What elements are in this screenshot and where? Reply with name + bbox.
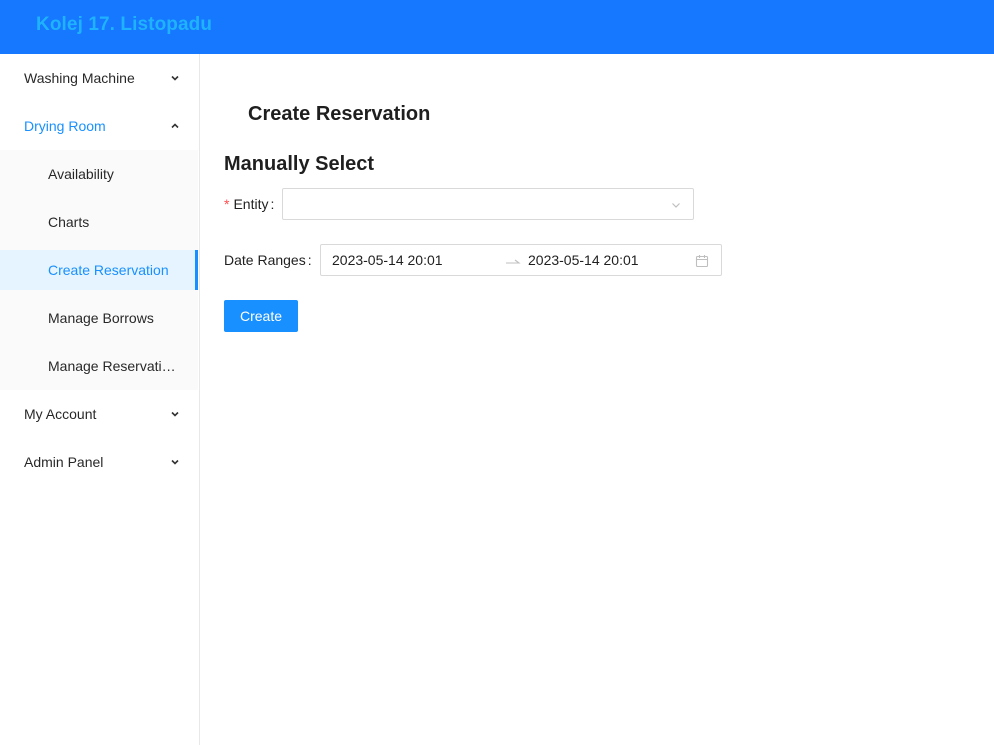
entity-label-text: Entity xyxy=(233,196,269,212)
date-ranges-label-text: Date Ranges xyxy=(224,252,306,268)
page-title: Create Reservation xyxy=(248,103,431,125)
required-asterisk: * xyxy=(224,196,230,212)
create-button[interactable]: Create xyxy=(224,300,298,332)
sidebar-item-availability[interactable]: Availability xyxy=(0,154,198,194)
drying-room-submenu: Availability Charts Create Reservation M… xyxy=(0,150,198,390)
sidebar-item-washing-machine[interactable]: Washing Machine xyxy=(0,58,198,98)
sidebar-item-label: Admin Panel xyxy=(24,454,104,470)
date-range-start[interactable]: 2023-05-14 20:01 xyxy=(332,252,443,268)
section-title: Manually Select xyxy=(224,153,375,175)
label-colon: : xyxy=(270,196,275,212)
sidebar-item-label: Charts xyxy=(48,214,90,230)
chevron-down-icon xyxy=(171,459,179,465)
sidebar-item-manage-borrows[interactable]: Manage Borrows xyxy=(0,298,198,338)
chevron-up-icon xyxy=(171,123,179,129)
chevron-down-icon xyxy=(171,411,179,417)
sidebar-item-label: Drying Room xyxy=(24,118,106,134)
sidebar-item-label: My Account xyxy=(24,406,97,422)
date-range-end[interactable]: 2023-05-14 20:01 xyxy=(528,252,639,268)
entity-select[interactable] xyxy=(282,188,694,220)
sidebar-item-label: Manage Reservations xyxy=(48,358,180,374)
app-header: Kolej 17. Listopadu xyxy=(0,0,994,54)
label-colon: : xyxy=(307,252,312,268)
date-ranges-label: Date Ranges: xyxy=(224,252,312,268)
date-range-picker[interactable]: 2023-05-14 20:01 2023-05-14 20:01 xyxy=(320,244,722,276)
sidebar-item-label: Washing Machine xyxy=(24,70,135,86)
chevron-down-icon xyxy=(171,75,179,81)
sidebar-item-create-reservation[interactable]: Create Reservation xyxy=(0,250,198,290)
sidebar-item-label: Create Reservation xyxy=(48,262,169,278)
sidebar-item-my-account[interactable]: My Account xyxy=(0,394,198,434)
sidebar-item-drying-room[interactable]: Drying Room xyxy=(0,106,198,146)
sidebar-item-charts[interactable]: Charts xyxy=(0,202,198,242)
sidebar-menu: Washing Machine Drying Room Availability… xyxy=(0,54,200,745)
sidebar-item-label: Availability xyxy=(48,166,114,182)
arrow-right-icon xyxy=(506,259,521,264)
entity-label: * Entity: xyxy=(224,196,274,212)
sidebar-item-admin-panel[interactable]: Admin Panel xyxy=(0,442,198,482)
sidebar-item-manage-reservations[interactable]: Manage Reservations xyxy=(0,346,198,386)
app-brand-title[interactable]: Kolej 17. Listopadu xyxy=(36,14,212,36)
chevron-down-icon xyxy=(672,203,680,208)
sidebar-item-label: Manage Borrows xyxy=(48,310,154,326)
calendar-icon xyxy=(695,255,709,268)
